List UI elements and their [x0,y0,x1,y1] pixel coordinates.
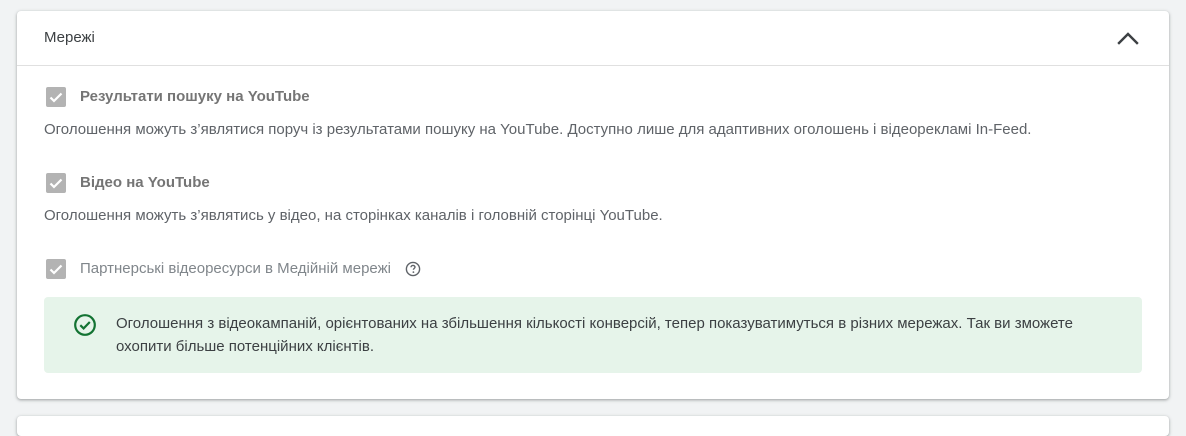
network-option-youtube-search: Результати пошуку на YouTube [46,86,310,108]
chevron-up-icon [1117,32,1139,45]
checkmark-icon [49,264,63,275]
networks-card: Мережі Результати пошуку на YouTube Огол… [17,11,1169,399]
network-label: Результати пошуку на YouTube [80,88,310,105]
info-notice: Оголошення з відеокампаній, орієнтованих… [44,297,1142,373]
network-description: Оголошення можуть з’являтись у відео, на… [44,207,663,224]
notice-text: Оголошення з відеокампаній, орієнтованих… [116,315,1073,355]
collapse-button[interactable] [1113,24,1143,52]
card-header: Мережі [17,11,1169,66]
checkbox-video-partners[interactable] [46,259,66,279]
checkmark-icon [49,92,63,103]
next-section-card [17,416,1169,436]
network-option-youtube-videos: Відео на YouTube [46,172,210,194]
network-option-video-partners: Партнерські відеоресурси в Медійній мере… [46,258,421,280]
help-circle-icon[interactable] [405,261,421,277]
checkbox-youtube-search[interactable] [46,87,66,107]
section-title: Мережі [44,29,95,46]
network-label: Партнерські відеоресурси в Медійній мере… [80,260,391,277]
network-label: Відео на YouTube [80,174,210,191]
network-description: Оголошення можуть з’являтися поруч із ре… [44,121,1032,138]
checkmark-icon [49,178,63,189]
check-circle-icon [74,314,96,336]
checkbox-youtube-videos[interactable] [46,173,66,193]
